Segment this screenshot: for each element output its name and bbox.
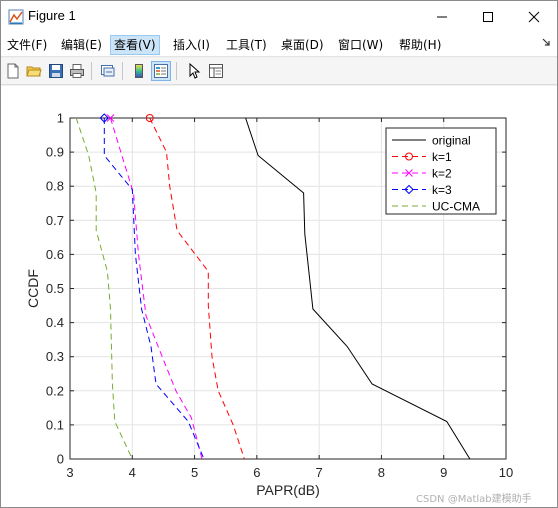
- legend-icon[interactable]: [151, 61, 171, 81]
- minimize-button[interactable]: [419, 1, 465, 32]
- y-tick-label: 0: [57, 452, 64, 467]
- figure-canvas: 3 4 5 6 7 8 9 10 0 0.1 0.2 0.3 0.4 0.5 0.6 0.7 0.8 0.9 1 PA…: [1, 86, 557, 507]
- y-tick-label: 0.3: [46, 349, 64, 364]
- x-tick-label: 6: [253, 465, 260, 480]
- menu-view[interactable]: 查看(V): [110, 35, 160, 55]
- legend-entry-label: UC-CMA: [432, 200, 480, 214]
- ccdf-plot[interactable]: 3 4 5 6 7 8 9 10 0 0.1 0.2 0.3 0.4 0.5 0.6 0.7 0.8 0.9 1 PA…: [1, 86, 557, 507]
- legend-entry-label: original: [432, 134, 471, 148]
- window-title: Figure 1: [28, 8, 76, 23]
- legend-entry-label: k=3: [432, 183, 452, 197]
- y-tick-label: 0.8: [46, 179, 64, 194]
- x-tick-label: 7: [316, 465, 323, 480]
- figure-toolbar: [1, 58, 557, 85]
- link-plot-icon[interactable]: [98, 61, 118, 81]
- y-tick-label: 0.4: [46, 315, 64, 330]
- y-tick-label: 1: [57, 111, 64, 126]
- menu-tools[interactable]: 工具(T): [223, 35, 270, 55]
- maximize-button[interactable]: [465, 1, 511, 32]
- y-tick-label: 0.6: [46, 247, 64, 262]
- x-tick-label: 8: [378, 465, 385, 480]
- close-button[interactable]: [511, 1, 557, 32]
- print-icon[interactable]: [67, 61, 87, 81]
- legend-entry-label: k=2: [432, 167, 452, 181]
- y-tick-label: 0.9: [46, 145, 64, 160]
- figure-window: Figure 1 文件(F) 编辑(E) 查看(V) 插入(I) 工具(T) 桌…: [0, 0, 558, 508]
- toolbar-separator: [91, 62, 92, 80]
- dock-arrow-icon[interactable]: [542, 38, 551, 50]
- x-tick-label: 9: [440, 465, 447, 480]
- y-tick-label: 0.2: [46, 383, 64, 398]
- x-tick-label: 4: [129, 465, 136, 480]
- menu-window[interactable]: 窗口(W): [335, 35, 386, 55]
- new-figure-icon[interactable]: [3, 61, 23, 81]
- open-file-icon[interactable]: [24, 61, 44, 81]
- x-axis-label: PAPR(dB): [256, 482, 320, 498]
- x-tick-label: 3: [66, 465, 73, 480]
- y-tick-label: 0.7: [46, 213, 64, 228]
- title-bar[interactable]: Figure 1: [1, 1, 557, 32]
- watermark-text: CSDN @Matlab建模助手: [416, 494, 532, 505]
- toolbar-separator: [176, 62, 177, 80]
- menu-help[interactable]: 帮助(H): [396, 35, 444, 55]
- menu-bar: 文件(F) 编辑(E) 查看(V) 插入(I) 工具(T) 桌面(D) 窗口(W…: [1, 32, 557, 57]
- y-tick-label: 0.5: [46, 281, 64, 296]
- y-axis-label: CCDF: [25, 269, 41, 308]
- legend-entry-label: k=1: [432, 150, 452, 164]
- x-tick-label: 5: [191, 465, 198, 480]
- menu-edit[interactable]: 编辑(E): [58, 35, 105, 55]
- toolbar-separator: [122, 62, 123, 80]
- colorbar-icon[interactable]: [129, 61, 149, 81]
- property-inspector-icon[interactable]: [206, 61, 226, 81]
- save-icon[interactable]: [46, 61, 66, 81]
- x-tick-label: 10: [499, 465, 513, 480]
- menu-file[interactable]: 文件(F): [4, 35, 50, 55]
- menu-insert[interactable]: 插入(I): [170, 35, 213, 55]
- menu-desktop[interactable]: 桌面(D): [278, 35, 327, 55]
- matlab-figure-icon: [8, 9, 24, 25]
- y-tick-label: 0.1: [46, 417, 64, 432]
- pointer-icon[interactable]: [184, 61, 204, 81]
